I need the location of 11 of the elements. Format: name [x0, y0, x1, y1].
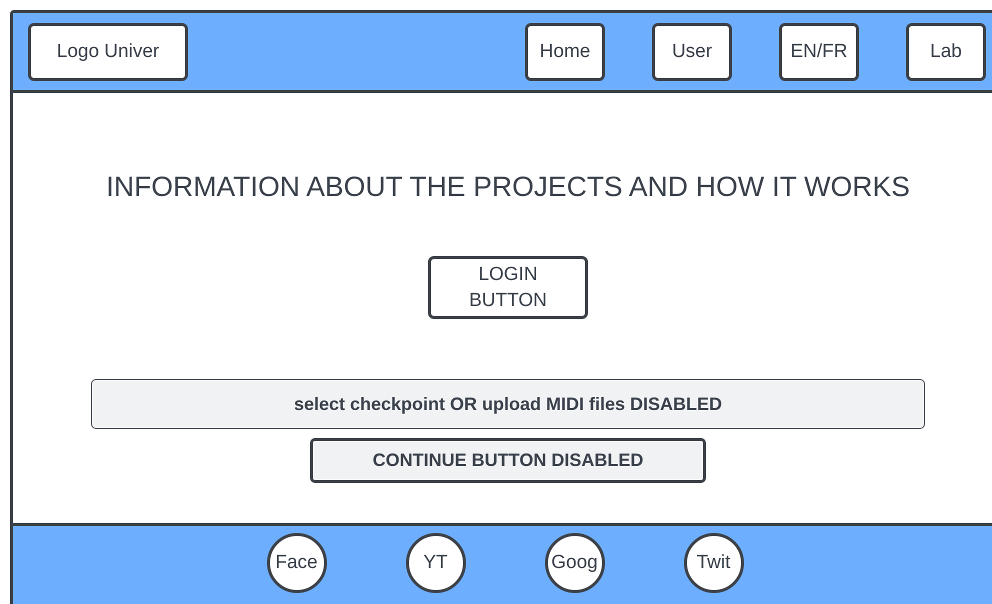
- info-heading: INFORMATION ABOUT THE PROJECTS AND HOW IT WORKS: [106, 170, 910, 204]
- nav-button[interactable]: EN/FR: [779, 22, 859, 80]
- nav-button[interactable]: Home: [525, 22, 605, 80]
- social-link[interactable]: Goog: [544, 533, 604, 593]
- social-link[interactable]: YT: [406, 533, 466, 593]
- login-button[interactable]: LOGIN BUTTON: [428, 256, 588, 319]
- social-link[interactable]: Twit: [684, 533, 744, 593]
- logo-button[interactable]: Logo Univer: [28, 22, 188, 80]
- nav-button[interactable]: Lab: [906, 22, 986, 80]
- nav-button[interactable]: User: [652, 22, 732, 80]
- social-link[interactable]: Face: [266, 533, 326, 593]
